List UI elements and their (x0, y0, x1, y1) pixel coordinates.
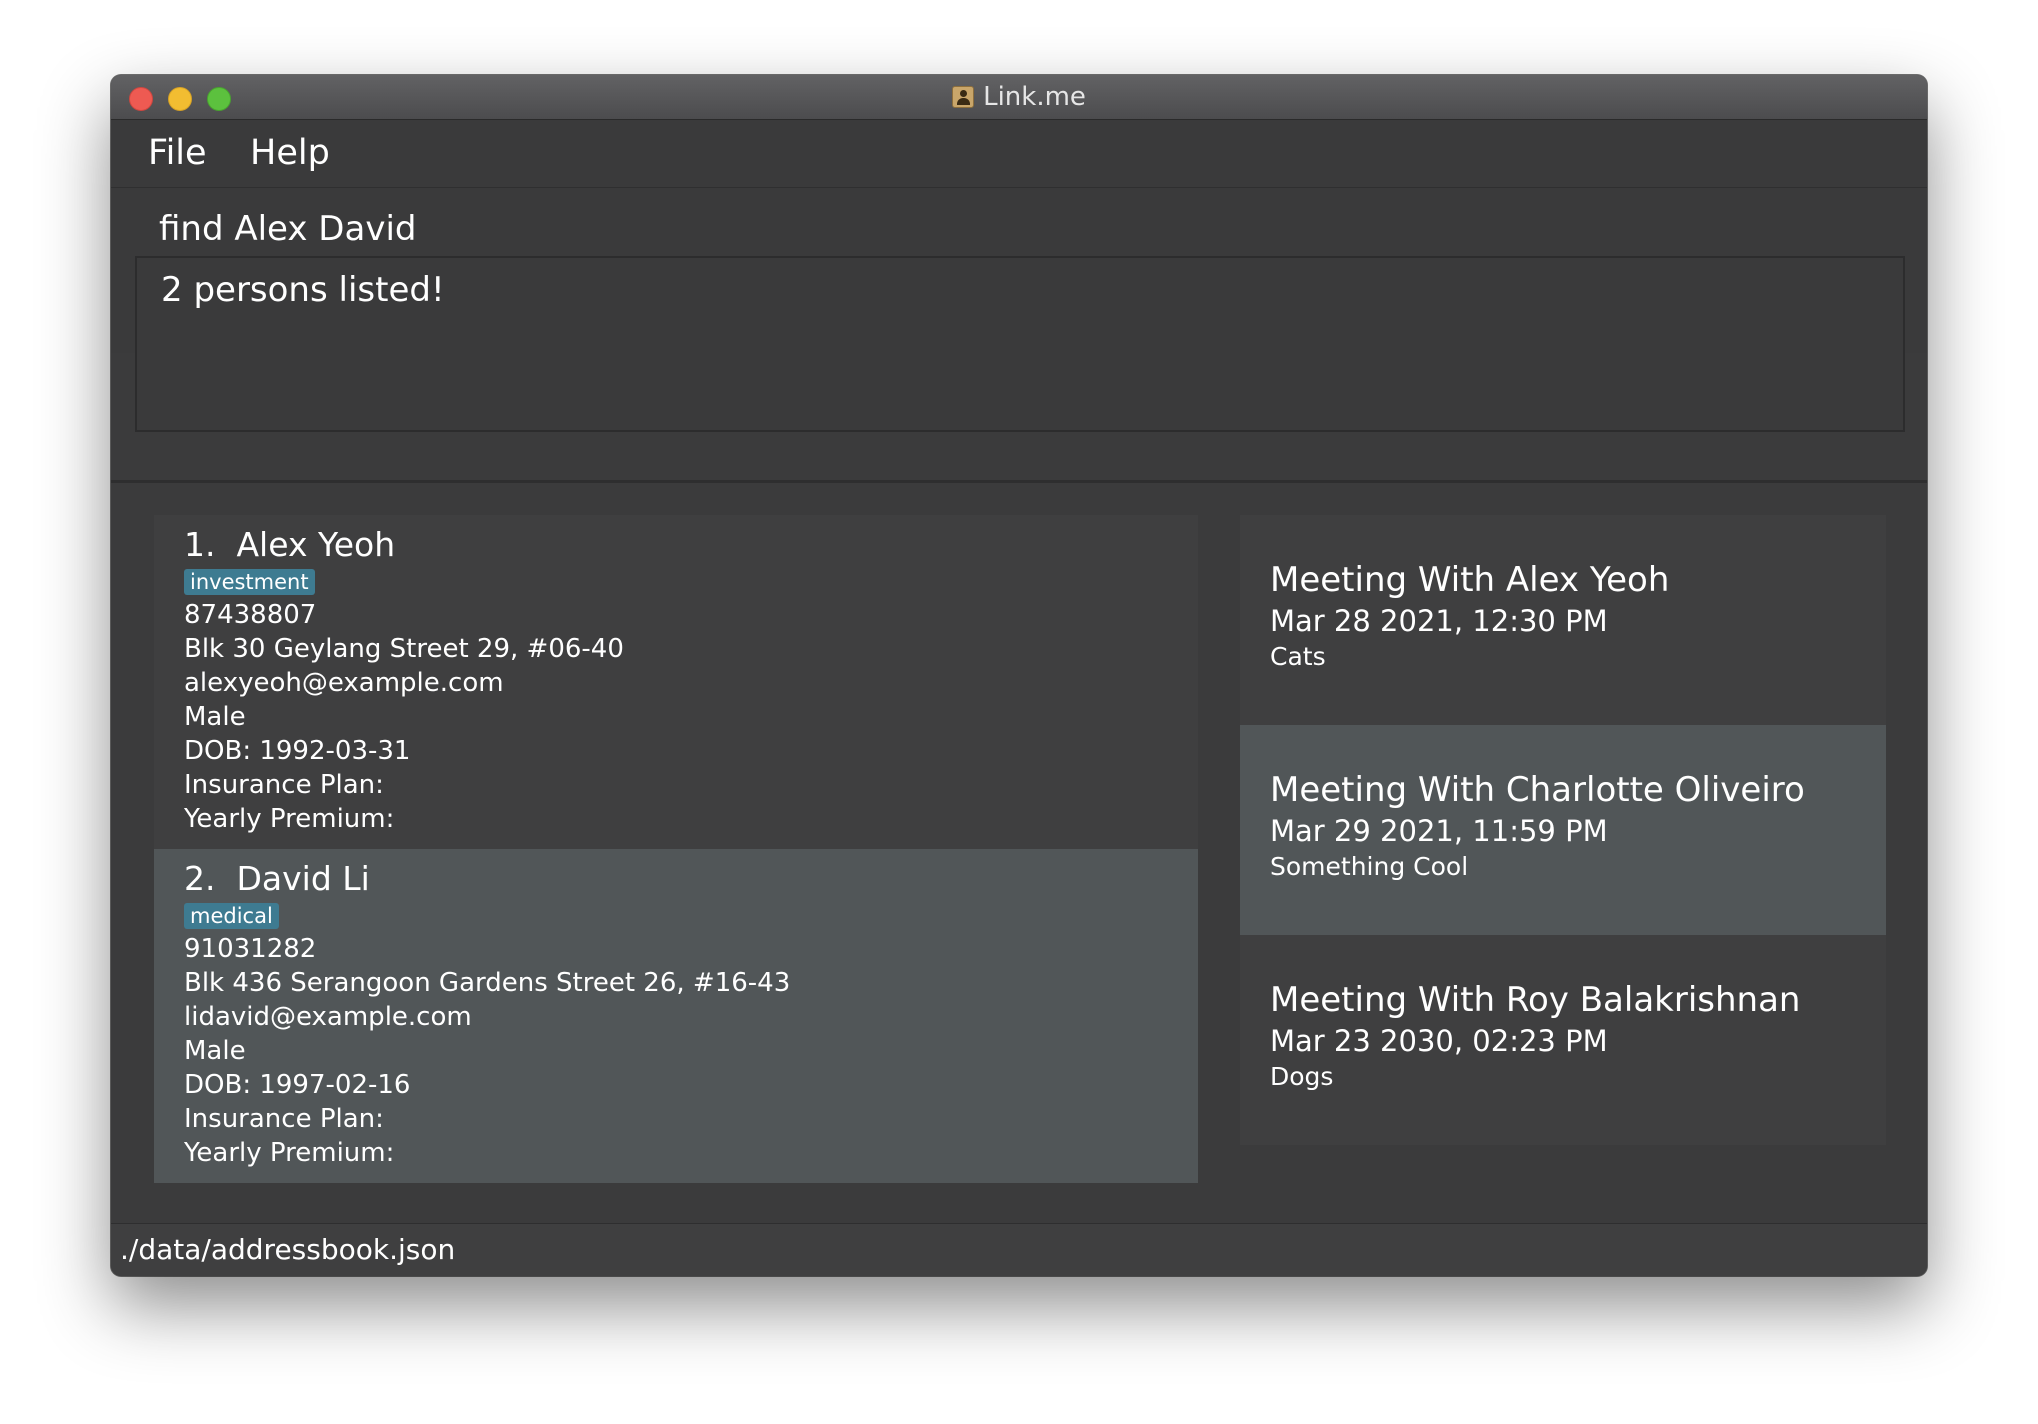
meeting-note: Something Cool (1270, 852, 1469, 881)
status-bar: ./data/addressbook.json (111, 1223, 1927, 1276)
person-yearly-premium: Yearly Premium: (184, 1138, 395, 1168)
person-index: 1. (184, 525, 216, 564)
person-index: 2. (184, 859, 216, 898)
meeting-title: Meeting With Charlotte Oliveiro (1270, 770, 1805, 810)
person-yearly-premium: Yearly Premium: (184, 804, 395, 834)
meeting-title: Meeting With Alex Yeoh (1270, 560, 1670, 600)
person-gender: Male (184, 1036, 246, 1066)
person-address: Blk 436 Serangoon Gardens Street 26, #16… (184, 968, 791, 998)
person-name: David Li (236, 859, 370, 898)
person-card[interactable]: 1. Alex Yeoh investment 87438807 Blk 30 … (154, 515, 1198, 849)
person-list[interactable]: 1. Alex Yeoh investment 87438807 Blk 30 … (154, 515, 1198, 1183)
contact-book-icon (952, 86, 975, 108)
meeting-datetime: Mar 29 2021, 11:59 PM (1270, 814, 1608, 848)
person-card[interactable]: 2. David Li medical 91031282 Blk 436 Ser… (154, 849, 1198, 1183)
result-display: 2 persons listed! (135, 256, 1905, 432)
data-file-path: ./data/addressbook.json (120, 1233, 456, 1266)
person-email: lidavid@example.com (184, 1002, 472, 1032)
person-phone: 91031282 (184, 934, 317, 964)
person-gender: Male (184, 702, 246, 732)
section-divider (111, 480, 1927, 483)
person-insurance-plan: Insurance Plan: (184, 770, 384, 800)
app-window: Link.me File Help find Alex David 2 pers… (111, 75, 1927, 1276)
person-phone: 87438807 (184, 600, 317, 630)
menu-help[interactable]: Help (250, 120, 330, 187)
person-dob: DOB: 1992-03-31 (184, 736, 411, 766)
person-dob: DOB: 1997-02-16 (184, 1070, 411, 1100)
window-title-group: Link.me (111, 75, 1927, 119)
person-name-row: 2. David Li (184, 859, 1198, 899)
meeting-title: Meeting With Roy Balakrishnan (1270, 980, 1801, 1020)
result-message: 2 persons listed! (161, 270, 445, 310)
person-name-row: 1. Alex Yeoh (184, 525, 1198, 565)
meeting-card[interactable]: Meeting With Alex Yeoh Mar 28 2021, 12:3… (1240, 515, 1886, 725)
meeting-note: Cats (1270, 642, 1326, 671)
person-address: Blk 30 Geylang Street 29, #06-40 (184, 634, 624, 664)
person-tag: investment (184, 569, 315, 595)
menu-bar: File Help (111, 120, 1927, 188)
person-tag: medical (184, 903, 279, 929)
menu-file[interactable]: File (148, 120, 207, 187)
person-email: alexyeoh@example.com (184, 668, 504, 698)
meeting-note: Dogs (1270, 1062, 1334, 1091)
meeting-datetime: Mar 23 2030, 02:23 PM (1270, 1024, 1608, 1058)
window-title: Link.me (983, 82, 1086, 112)
meeting-card[interactable]: Meeting With Roy Balakrishnan Mar 23 203… (1240, 935, 1886, 1145)
meeting-card[interactable]: Meeting With Charlotte Oliveiro Mar 29 2… (1240, 725, 1886, 935)
title-bar[interactable]: Link.me (111, 75, 1927, 120)
meeting-list[interactable]: Meeting With Alex Yeoh Mar 28 2021, 12:3… (1240, 515, 1886, 1145)
person-insurance-plan: Insurance Plan: (184, 1104, 384, 1134)
meeting-datetime: Mar 28 2021, 12:30 PM (1270, 604, 1608, 638)
person-name: Alex Yeoh (236, 525, 396, 564)
